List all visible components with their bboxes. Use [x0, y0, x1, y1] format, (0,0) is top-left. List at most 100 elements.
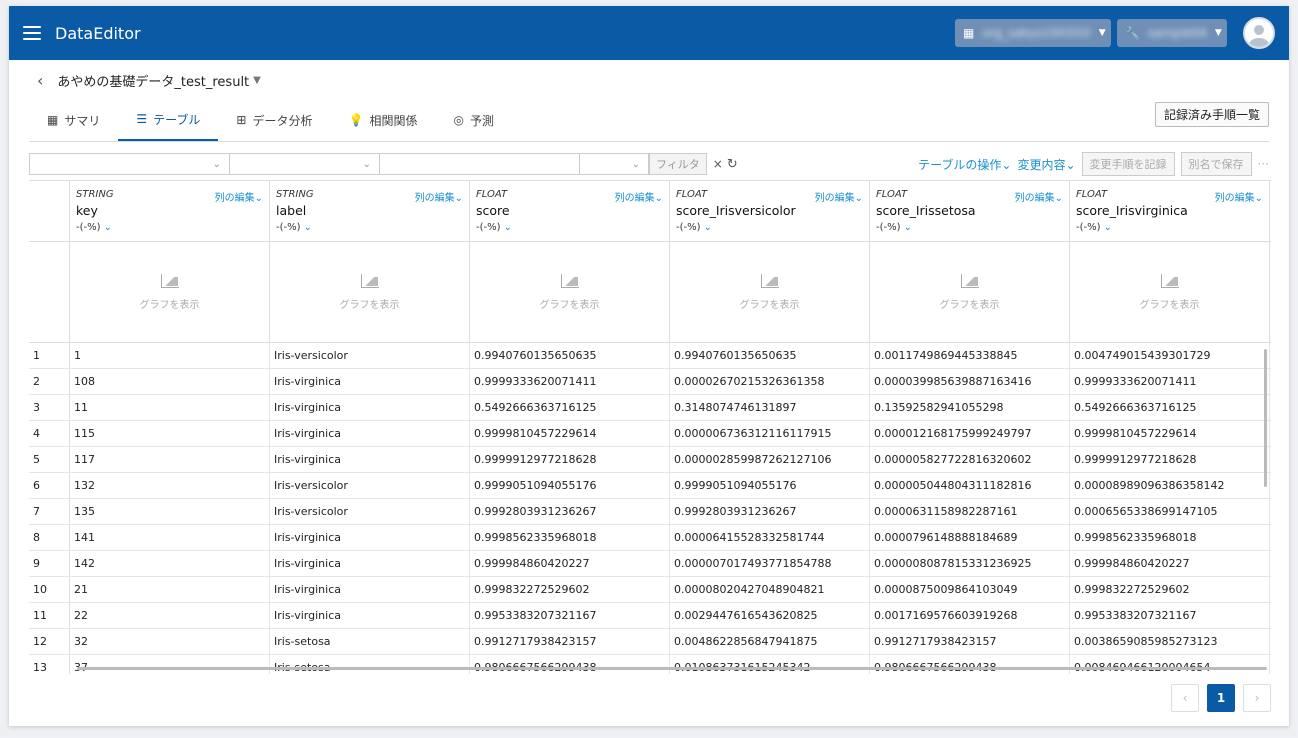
- table-cell[interactable]: 0.999984860420227: [470, 551, 670, 576]
- filter-mode-select[interactable]: ⌄: [579, 153, 649, 175]
- table-cell[interactable]: 0.9953383207321167: [1070, 603, 1270, 628]
- column-header[interactable]: FLOAT score_Irisvirginica -(-%) ⌄ 列の編集⌄: [1070, 181, 1270, 241]
- user-avatar[interactable]: [1243, 17, 1275, 49]
- column-stat[interactable]: -(-%) ⌄: [476, 222, 663, 233]
- table-cell[interactable]: 0.5492666363716125: [1070, 395, 1270, 420]
- table-cell[interactable]: Iris-virginica: [270, 395, 470, 420]
- table-cell[interactable]: 0.9998562335968018: [1070, 525, 1270, 550]
- table-row[interactable]: 11 22 Iris-virginica 0.9953383207321167 0.00…: [29, 603, 1271, 629]
- table-cell[interactable]: 0.00008989096386358142: [1070, 473, 1270, 498]
- column-edit-menu[interactable]: 列の編集⌄: [1215, 189, 1263, 204]
- table-cell[interactable]: 0.9940760135650635: [470, 343, 670, 368]
- table-cell[interactable]: Iris-virginica: [270, 369, 470, 394]
- table-row[interactable]: 10 21 Iris-virginica 0.999832272529602 0.000…: [29, 577, 1271, 603]
- recorded-steps-button[interactable]: 記録済み手順一覧: [1154, 102, 1269, 127]
- table-operations-menu[interactable]: テーブルの操作⌄: [918, 156, 1011, 173]
- table-cell[interactable]: 0.000007017493771854788: [670, 551, 870, 576]
- table-cell[interactable]: Iris-virginica: [270, 421, 470, 446]
- column-header[interactable]: FLOAT score -(-%) ⌄ 列の編集⌄: [470, 181, 670, 241]
- table-row[interactable]: 4 115 Iris-virginica 0.9999810457229614 0.00…: [29, 421, 1271, 447]
- table-cell[interactable]: 0.9998562335968018: [470, 525, 670, 550]
- filter-value-input[interactable]: [379, 153, 579, 175]
- table-cell[interactable]: 0.999832272529602: [1070, 577, 1270, 602]
- table-cell[interactable]: 0.00002670215326361358: [670, 369, 870, 394]
- record-changes-button[interactable]: 変更手順を記録: [1081, 152, 1175, 176]
- dataset-title[interactable]: あやめの基礎データ_test_result: [57, 71, 249, 90]
- caret-down-icon[interactable]: ▼: [253, 75, 261, 86]
- table-cell[interactable]: 0.9806667566299438: [470, 655, 670, 674]
- graph-cell[interactable]: グラフを表示: [470, 242, 670, 342]
- column-stat[interactable]: -(-%) ⌄: [1076, 222, 1263, 233]
- prev-page-button[interactable]: ‹: [1171, 684, 1199, 712]
- table-cell[interactable]: 0.3148074746131897: [670, 395, 870, 420]
- table-cell[interactable]: 135: [70, 499, 270, 524]
- table-cell[interactable]: Iris-setosa: [270, 655, 470, 674]
- table-cell[interactable]: 0.9999912977218628: [470, 447, 670, 472]
- table-cell[interactable]: 21: [70, 577, 270, 602]
- table-row[interactable]: 7 135 Iris-versicolor 0.9992803931236267 0.9…: [29, 499, 1271, 525]
- graph-cell[interactable]: グラフを表示: [870, 242, 1070, 342]
- table-cell[interactable]: 11: [70, 395, 270, 420]
- table-row[interactable]: 12 32 Iris-setosa 0.9912717938423157 0.00486…: [29, 629, 1271, 655]
- table-cell[interactable]: Iris-virginica: [270, 603, 470, 628]
- table-cell[interactable]: 0.9992803931236267: [670, 499, 870, 524]
- table-cell[interactable]: 0.9999333620071411: [470, 369, 670, 394]
- table-cell[interactable]: 0.5492666363716125: [470, 395, 670, 420]
- horizontal-scrollbar[interactable]: [77, 667, 1267, 670]
- table-cell[interactable]: 0.008469466120004654: [1070, 655, 1270, 674]
- table-cell[interactable]: 141: [70, 525, 270, 550]
- table-row[interactable]: 1 1 Iris-versicolor 0.9940760135650635 0.994…: [29, 343, 1271, 369]
- table-cell[interactable]: 0.00006415528332581744: [670, 525, 870, 550]
- column-stat[interactable]: -(-%) ⌄: [676, 222, 863, 233]
- table-cell[interactable]: Iris-versicolor: [270, 473, 470, 498]
- table-cell[interactable]: 0.9999810457229614: [1070, 421, 1270, 446]
- column-edit-menu[interactable]: 列の編集⌄: [215, 189, 263, 204]
- table-cell[interactable]: 0.0006565338699147105: [1070, 499, 1270, 524]
- table-cell[interactable]: 0.9999051094055176: [670, 473, 870, 498]
- table-cell[interactable]: 132: [70, 473, 270, 498]
- table-cell[interactable]: 0.0017169576603919268: [870, 603, 1070, 628]
- table-cell[interactable]: 0.9953383207321167: [470, 603, 670, 628]
- table-cell[interactable]: 0.0000796148888184689: [870, 525, 1070, 550]
- table-row[interactable]: 1337Iris-setosa0.98066675662994380.01086…: [29, 655, 1271, 674]
- table-row[interactable]: 6 132 Iris-versicolor 0.9999051094055176 0.9…: [29, 473, 1271, 499]
- table-cell[interactable]: 0.9999051094055176: [470, 473, 670, 498]
- changes-menu[interactable]: 変更内容⌄: [1017, 156, 1075, 173]
- refresh-icon[interactable]: ↻: [727, 157, 738, 172]
- hamburger-menu-icon[interactable]: [23, 26, 41, 40]
- column-edit-menu[interactable]: 列の編集⌄: [1015, 189, 1063, 204]
- table-cell[interactable]: 1: [70, 343, 270, 368]
- table-cell[interactable]: 0.13592582941055298: [870, 395, 1070, 420]
- graph-cell[interactable]: グラフを表示: [270, 242, 470, 342]
- table-cell[interactable]: 0.000005827722816320602: [870, 447, 1070, 472]
- table-cell[interactable]: Iris-versicolor: [270, 499, 470, 524]
- table-cell[interactable]: 0.000006736312116117915: [670, 421, 870, 446]
- table-cell[interactable]: 0.9992803931236267: [470, 499, 670, 524]
- table-cell[interactable]: 0.0048622856847941875: [670, 629, 870, 654]
- page-1-button[interactable]: 1: [1207, 684, 1235, 712]
- table-cell[interactable]: 0.010863731615245342: [670, 655, 870, 674]
- save-as-button[interactable]: 別名で保存: [1180, 152, 1252, 176]
- table-cell[interactable]: 0.004749015439301729: [1070, 343, 1270, 368]
- table-cell[interactable]: 0.999832272529602: [470, 577, 670, 602]
- tab-correlation[interactable]: 💡 相関関係: [330, 109, 435, 141]
- table-cell[interactable]: 0.9912717938423157: [470, 629, 670, 654]
- table-cell[interactable]: 0.000005044804311182816: [870, 473, 1070, 498]
- table-cell[interactable]: 0.000008087815331236925: [870, 551, 1070, 576]
- column-header[interactable]: FLOAT score_Irisversicolor -(-%) ⌄ 列の編集⌄: [670, 181, 870, 241]
- table-cell[interactable]: 0.9999810457229614: [470, 421, 670, 446]
- table-cell[interactable]: 0.0029447616543620825: [670, 603, 870, 628]
- table-row[interactable]: 2 108 Iris-virginica 0.9999333620071411 0.00…: [29, 369, 1271, 395]
- table-row[interactable]: 8 141 Iris-virginica 0.9998562335968018 0.00…: [29, 525, 1271, 551]
- filter-button[interactable]: フィルタ: [649, 153, 707, 175]
- more-icon[interactable]: ···: [1258, 157, 1269, 171]
- table-row[interactable]: 9 142 Iris-virginica 0.999984860420227 0.000…: [29, 551, 1271, 577]
- tab-summary[interactable]: ▦ サマリ: [29, 109, 118, 141]
- column-header[interactable]: FLOAT score_Irissetosa -(-%) ⌄ 列の編集⌄: [870, 181, 1070, 241]
- table-cell[interactable]: 0.000002859987262127106: [670, 447, 870, 472]
- table-cell[interactable]: 108: [70, 369, 270, 394]
- table-row[interactable]: 3 11 Iris-virginica 0.5492666363716125 0.314…: [29, 395, 1271, 421]
- column-stat[interactable]: -(-%) ⌄: [876, 222, 1063, 233]
- graph-cell[interactable]: グラフを表示: [1070, 242, 1270, 342]
- table-cell[interactable]: 37: [70, 655, 270, 674]
